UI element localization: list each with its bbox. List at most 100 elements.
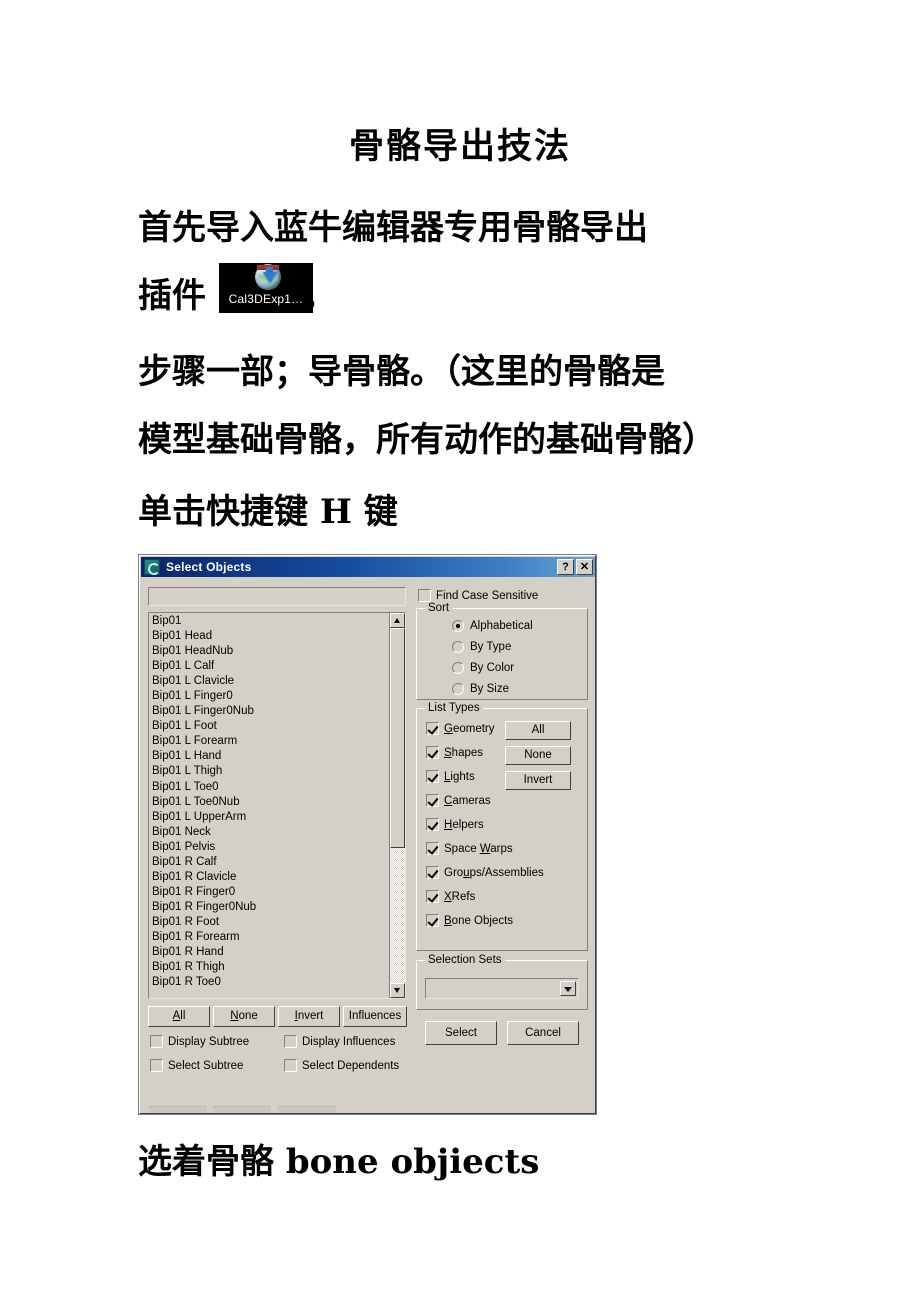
dialog-titlebar[interactable]: Select Objects ? ✕ — [141, 557, 595, 577]
list-none-button[interactable]: None — [213, 1006, 275, 1027]
help-button[interactable]: ? — [557, 559, 574, 575]
list-types-none-button[interactable]: None — [505, 746, 571, 765]
list-type-space-warps-checkbox[interactable]: Space Warps — [426, 842, 513, 855]
sort-option-by-color[interactable]: By Color — [452, 662, 514, 674]
name-filter-input[interactable] — [148, 587, 406, 606]
display-subtree-label: Display Subtree — [168, 1035, 250, 1048]
sort-option-by-type-label: By Type — [470, 641, 512, 653]
object-list-item[interactable]: Bip01 R Clavicle — [151, 870, 379, 885]
object-list-item[interactable]: Bip01 L Finger0 — [151, 689, 379, 704]
select-dependents-checkbox[interactable]: Select Dependents — [284, 1059, 399, 1072]
list-type-helpers-label: Helpers — [444, 818, 484, 831]
list-type-xrefs-label: XRefs — [444, 890, 476, 903]
list-type-xrefs-checkbox[interactable]: XRefs — [426, 890, 475, 903]
list-type-geometry-checkbox[interactable]: Geometry — [426, 722, 495, 735]
list-invert-button[interactable]: Invert — [278, 1006, 340, 1027]
clipped-bottom-row — [141, 1106, 595, 1113]
object-list-item[interactable]: Bip01 R Hand — [151, 945, 379, 960]
select-subtree-label: Select Subtree — [168, 1059, 244, 1072]
doc-paragraph-1: 首先导入蓝牛编辑器专用骨骼导出 — [138, 208, 648, 248]
sort-option-by-color-label: By Color — [470, 662, 515, 674]
object-list-item[interactable]: Bip01 R Foot — [151, 915, 379, 930]
object-list-item[interactable]: Bip01 L Forearm — [151, 734, 379, 749]
list-type-groups-assemblies-label: Groups/Assemblies — [444, 866, 544, 879]
sort-option-by-type[interactable]: By Type — [452, 641, 511, 653]
list-type-bone-objects-checkbox[interactable]: Bone Objects — [426, 914, 513, 927]
list-types-invert-button[interactable]: Invert — [505, 771, 571, 790]
scrollbar-thumb[interactable] — [390, 628, 405, 849]
page-title: 骨骼导出技法 — [348, 126, 571, 167]
object-list-item[interactable]: Bip01 L Hand — [151, 749, 379, 764]
list-influences-button[interactable]: Influences — [343, 1006, 407, 1027]
radio-dot — [452, 662, 464, 674]
object-list-item[interactable]: Bip01 R Finger0Nub — [151, 900, 379, 915]
chevron-down-icon[interactable] — [560, 981, 576, 996]
list-type-shapes-checkbox[interactable]: Shapes — [426, 746, 483, 759]
radio-dot — [452, 641, 464, 653]
sort-option-by-size-label: By Size — [470, 683, 509, 695]
list-type-helpers-checkbox[interactable]: Helpers — [426, 818, 484, 831]
doc-paragraph-6-prefix: 选着骨骼 — [138, 1142, 286, 1182]
display-subtree-checkbox[interactable]: Display Subtree — [150, 1035, 249, 1048]
object-list-item[interactable]: Bip01 R Toe0 — [151, 975, 379, 990]
object-list-item[interactable]: Bip01 L Foot — [151, 719, 379, 734]
list-type-space-warps-label: Space Warps — [444, 842, 513, 855]
close-icon[interactable]: ✕ — [576, 559, 593, 575]
sort-option-by-size[interactable]: By Size — [452, 683, 509, 695]
object-list-item[interactable]: Bip01 L Toe0 — [151, 780, 379, 795]
list-type-geometry-label: Geometry — [444, 722, 495, 735]
sort-option-alphabetical[interactable]: Alphabetical — [452, 620, 533, 632]
object-list-item[interactable]: Bip01 R Thigh — [151, 960, 379, 975]
object-list-item[interactable]: Bip01 R Forearm — [151, 930, 379, 945]
display-influences-checkbox[interactable]: Display Influences — [284, 1035, 395, 1048]
object-list-item[interactable]: Bip01 Neck — [151, 825, 379, 840]
checkbox-box — [426, 890, 439, 903]
object-list-items[interactable]: Bip01 Bip01 Head Bip01 HeadNub Bip01 L Calf… — [151, 614, 379, 990]
checkbox-box — [150, 1059, 163, 1072]
object-list-item[interactable]: Bip01 L Clavicle — [151, 674, 379, 689]
checkbox-box — [284, 1035, 297, 1048]
list-all-button[interactable]: AAllll — [148, 1006, 210, 1027]
sort-option-alphabetical-label: Alphabetical — [470, 620, 533, 632]
selection-sets-combobox[interactable] — [425, 978, 579, 999]
doc-paragraph-2-prefix: 插件 — [138, 276, 206, 316]
list-type-lights-checkbox[interactable]: Lights — [426, 770, 475, 783]
max-app-icon — [144, 559, 160, 575]
checkbox-box — [426, 794, 439, 807]
list-type-groups-assemblies-checkbox[interactable]: Groups/Assemblies — [426, 866, 544, 879]
radio-dot — [452, 620, 464, 632]
object-list-item[interactable]: Bip01 L Thigh — [151, 764, 379, 779]
cancel-button[interactable]: Cancel — [507, 1021, 579, 1045]
object-list-item[interactable]: Bip01 — [151, 614, 379, 629]
checkbox-box — [426, 842, 439, 855]
scroll-up-icon[interactable] — [390, 613, 405, 628]
object-list-scrollbar[interactable] — [389, 613, 405, 998]
list-type-shapes-label: Shapes — [444, 746, 484, 759]
doc-paragraph-6: 选着骨骼 bone objiects — [138, 1134, 539, 1183]
object-list-item[interactable]: Bip01 L Finger0Nub — [151, 704, 379, 719]
object-list-item[interactable]: Bip01 HeadNub — [151, 644, 379, 659]
object-list-item[interactable]: Bip01 L Calf — [151, 659, 379, 674]
select-button[interactable]: Select — [425, 1021, 497, 1045]
select-subtree-checkbox[interactable]: Select Subtree — [150, 1059, 243, 1072]
cal3d-exporter-icon: Cal3DExp1… — [219, 263, 313, 313]
object-list-item[interactable]: Bip01 R Finger0 — [151, 885, 379, 900]
scrollbar-track[interactable] — [390, 628, 405, 983]
object-list-item[interactable]: Bip01 R Calf — [151, 855, 379, 870]
object-list-item[interactable]: Bip01 L Toe0Nub — [151, 795, 379, 810]
object-list-item[interactable]: Bip01 Pelvis — [151, 840, 379, 855]
dialog-title: Select Objects — [166, 560, 252, 574]
checkbox-box — [426, 914, 439, 927]
object-list-item[interactable]: Bip01 Head — [151, 629, 379, 644]
list-type-cameras-label: Cameras — [444, 794, 491, 807]
list-type-cameras-checkbox[interactable]: Cameras — [426, 794, 491, 807]
object-list-item[interactable]: Bip01 L UpperArm — [151, 810, 379, 825]
checkbox-box — [426, 818, 439, 831]
object-list[interactable]: Bip01 Bip01 Head Bip01 HeadNub Bip01 L Calf… — [148, 612, 406, 999]
checkbox-box — [418, 589, 431, 602]
list-types-group-label: List Types — [425, 702, 483, 714]
checkbox-box — [284, 1059, 297, 1072]
find-case-sensitive-checkbox[interactable]: Find Case Sensitive — [418, 589, 538, 602]
list-types-all-button[interactable]: All — [505, 721, 571, 740]
scroll-down-icon[interactable] — [390, 983, 405, 998]
